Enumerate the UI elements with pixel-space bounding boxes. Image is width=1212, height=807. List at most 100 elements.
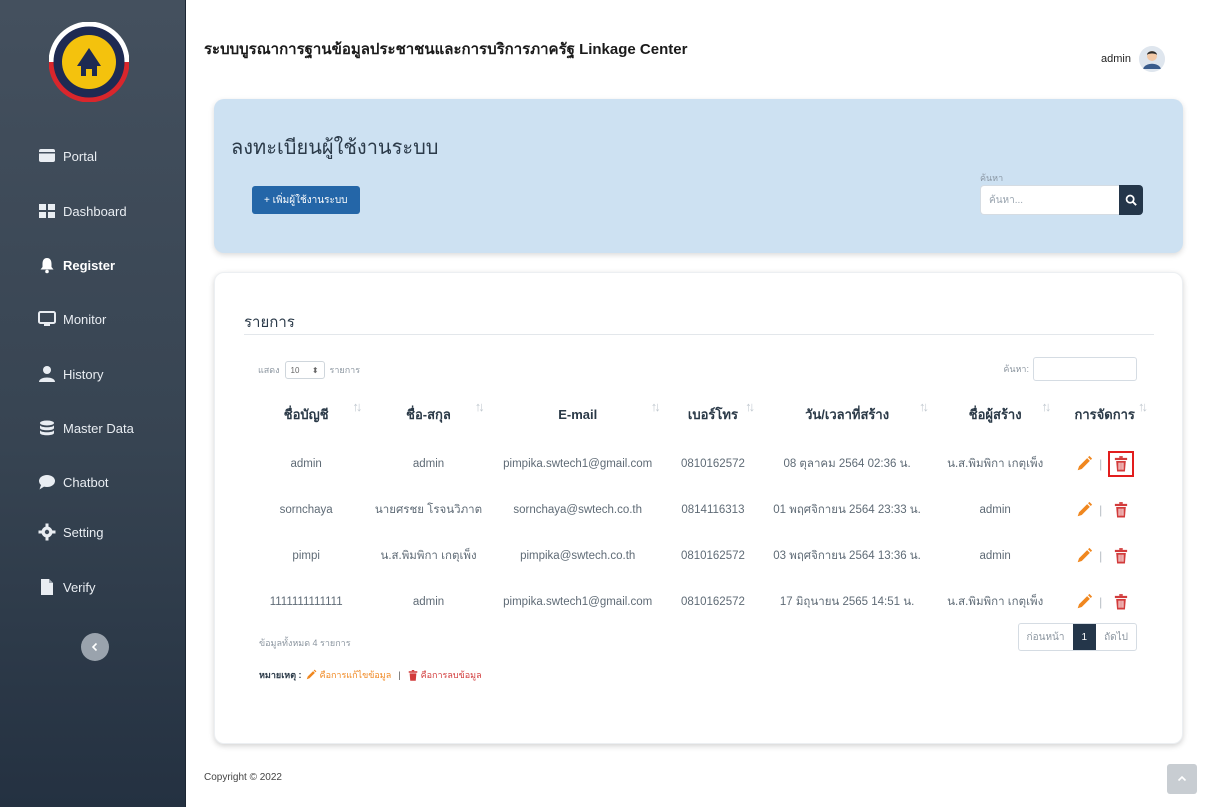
pagination-prev[interactable]: ก่อนหน้า — [1019, 624, 1073, 650]
sidebar-item-label: Setting — [63, 524, 104, 540]
trash-icon — [1115, 548, 1128, 564]
sort-icon: ↑↓ — [1041, 399, 1051, 414]
scroll-top-button[interactable] — [1167, 764, 1197, 794]
sidebar: Portal Dashboard Register Monitor Histor… — [0, 0, 186, 807]
cell-username: 1111111111111 — [269, 596, 343, 608]
page-length-select[interactable]: 10 ⬍ — [284, 361, 325, 379]
sidebar-item-label: Portal — [63, 148, 97, 164]
pagination-next[interactable]: ถัดไป — [1096, 624, 1136, 650]
portal-icon — [38, 147, 56, 165]
sidebar-item-verify[interactable]: Verify — [38, 575, 96, 599]
table-filter: ค้นหา: — [1003, 357, 1137, 381]
column-header[interactable]: ชื่อบัญชี ↑↓ — [245, 387, 367, 441]
sidebar-item-monitor[interactable]: Monitor — [38, 307, 106, 331]
logo[interactable] — [49, 22, 129, 102]
column-header[interactable]: เบอร์โทร ↑↓ — [666, 387, 760, 441]
sidebar-collapse-button[interactable] — [81, 633, 109, 661]
cell-username: sornchaya — [279, 504, 333, 516]
list-title: รายการ — [244, 314, 295, 331]
column-header[interactable]: E-mail ↑↓ — [490, 387, 666, 441]
user-icon — [38, 365, 56, 383]
sidebar-item-chatbot[interactable]: Chatbot — [38, 470, 109, 494]
chat-icon — [38, 473, 56, 491]
database-icon — [38, 419, 56, 437]
separator: | — [1099, 457, 1103, 471]
page-length-control: แสดง 10 ⬍ รายการ — [258, 361, 360, 379]
column-header[interactable]: ชื่อ-สกุล ↑↓ — [367, 387, 489, 441]
app-title: ระบบบูรณาการฐานข้อมูลประชาชนและการบริการ… — [204, 41, 688, 58]
edit-pencil-icon[interactable] — [1075, 501, 1093, 519]
cell-created: 01 พฤศจิกายน 2564 23:33 น. — [773, 504, 921, 516]
edit-pencil-icon[interactable] — [1075, 593, 1093, 611]
cell-created: 03 พฤศจิกายน 2564 13:36 น. — [773, 550, 921, 562]
sort-icon: ↑↓ — [745, 399, 755, 414]
trash-icon — [1115, 594, 1128, 610]
sidebar-item-label: Register — [63, 257, 116, 273]
separator: | — [1099, 595, 1103, 609]
gear-icon — [38, 523, 56, 541]
cell-actions: | — [1056, 487, 1153, 533]
edit-pencil-icon[interactable] — [1075, 455, 1093, 473]
cell-created: 08 ตุลาคม 2564 02:36 น. — [783, 458, 911, 470]
column-header[interactable]: ชื่อผู้สร้าง ↑↓ — [934, 387, 1056, 441]
avatar — [1139, 46, 1165, 72]
file-icon — [38, 578, 56, 596]
delete-button[interactable] — [1108, 589, 1134, 615]
cell-creator: น.ส.พิมพิกา เกตุเพ็ง — [947, 458, 1044, 470]
cell-fullname: admin — [412, 596, 445, 608]
column-header[interactable]: วัน/เวลาที่สร้าง ↑↓ — [760, 387, 934, 441]
table-header-row: ชื่อบัญชี ↑↓ ชื่อ-สกุล ↑↓ E-mail ↑↓ เบอร์โท… — [245, 387, 1153, 441]
cell-email: pimpika.swtech1@gmail.com — [503, 596, 653, 608]
cell-creator: น.ส.พิมพิกา เกตุเพ็ง — [947, 596, 1044, 608]
sidebar-item-label: Chatbot — [63, 474, 109, 490]
sidebar-item-register[interactable]: Register — [38, 253, 115, 277]
register-header-card: ลงทะเบียนผู้ใช้งานระบบ + เพิ่มผู้ใช้งานร… — [214, 99, 1183, 253]
sidebar-item-label: Master Data — [63, 420, 134, 436]
user-menu[interactable]: admin — [1101, 46, 1165, 72]
sidebar-item-label: Monitor — [63, 311, 107, 327]
trash-icon — [1115, 502, 1128, 518]
table-row: sornchaya นายศรชย โรจนวิภาต sornchaya@sw… — [245, 487, 1153, 533]
delete-button[interactable] — [1108, 497, 1134, 523]
legend-separator: | — [398, 670, 401, 680]
dashboard-icon — [38, 202, 56, 220]
sidebar-item-master-data[interactable]: Master Data — [38, 416, 134, 440]
sort-icon: ↑↓ — [1138, 399, 1148, 414]
sidebar-item-setting[interactable]: Setting — [38, 520, 103, 544]
cell-actions: | — [1056, 441, 1153, 487]
add-user-button[interactable]: + เพิ่มผู้ใช้งานระบบ — [252, 186, 360, 214]
filter-input[interactable] — [1033, 357, 1137, 381]
pagination-current[interactable]: 1 — [1072, 624, 1097, 650]
chevron-left-icon — [91, 642, 98, 652]
cell-creator: admin — [979, 550, 1011, 562]
sidebar-item-dashboard[interactable]: Dashboard — [38, 199, 127, 223]
search-label: ค้นหา — [980, 173, 1004, 183]
sidebar-item-portal[interactable]: Portal — [38, 144, 97, 168]
separator: | — [1099, 503, 1103, 517]
cell-fullname: น.ส.พิมพิกา เกตุเพ็ง — [380, 550, 477, 562]
table-row: pimpi น.ส.พิมพิกา เกตุเพ็ง pimpika@swtec… — [245, 533, 1153, 579]
search-button[interactable] — [1119, 185, 1143, 215]
sidebar-item-history[interactable]: History — [38, 362, 103, 386]
search-input[interactable] — [980, 185, 1119, 215]
length-suffix: รายการ — [329, 365, 361, 375]
length-prefix: แสดง — [258, 365, 280, 375]
column-header[interactable]: การจัดการ ↑↓ — [1056, 387, 1153, 441]
edit-pencil-icon[interactable] — [1075, 547, 1093, 565]
cell-fullname: นายศรชย โรจนวิภาต — [374, 504, 483, 516]
chevron-up-icon — [1177, 775, 1187, 782]
filter-label: ค้นหา: — [1003, 364, 1029, 374]
cell-email: sornchaya@swtech.co.th — [513, 504, 643, 516]
updown-icon: ⬍ — [311, 365, 319, 375]
legend-edit-text: คือการแก้ไขข้อมูล — [319, 670, 392, 680]
legend-note: หมายเหตุ : คือการแก้ไขข้อมูล | คือการลบข… — [259, 668, 482, 682]
delete-button[interactable] — [1108, 543, 1134, 569]
table-summary: ข้อมูลทั้งหมด 4 รายการ — [259, 638, 351, 648]
cell-email: pimpika@swtech.co.th — [520, 550, 636, 562]
delete-button-highlighted[interactable] — [1108, 451, 1135, 477]
sidebar-item-label: Verify — [63, 579, 96, 595]
search-icon — [1125, 194, 1137, 206]
page-length-value: 10 — [290, 365, 300, 375]
cell-actions: | — [1056, 579, 1153, 625]
trash-icon — [1115, 456, 1128, 472]
